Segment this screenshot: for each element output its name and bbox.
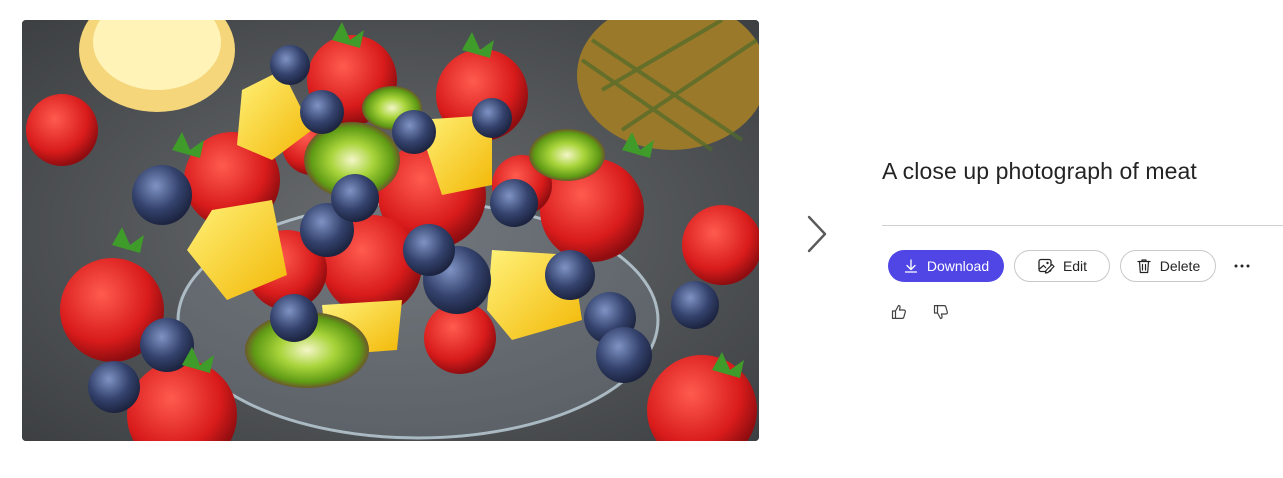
like-button[interactable]: [888, 301, 910, 323]
image-edit-icon: [1038, 258, 1055, 274]
fruit-salad-illustration: [22, 20, 759, 441]
delete-button[interactable]: Delete: [1120, 250, 1216, 282]
divider: [882, 225, 1283, 226]
download-label: Download: [926, 258, 990, 274]
thumbs-up-icon: [891, 304, 906, 319]
more-options-button[interactable]: [1230, 256, 1254, 276]
download-icon: [904, 259, 918, 273]
dislike-button[interactable]: [930, 301, 952, 323]
download-button[interactable]: Download: [888, 250, 1004, 282]
next-image-button[interactable]: [800, 208, 834, 260]
generated-image[interactable]: [22, 20, 759, 441]
edit-button[interactable]: Edit: [1014, 250, 1110, 282]
trash-icon: [1137, 259, 1151, 274]
edit-label: Edit: [1062, 258, 1088, 274]
image-title: A close up photograph of meat: [882, 158, 1197, 184]
delete-label: Delete: [1159, 258, 1201, 274]
more-horizontal-icon: [1234, 264, 1250, 268]
chevron-right-icon: [807, 215, 827, 253]
thumbs-down-icon: [933, 305, 948, 320]
